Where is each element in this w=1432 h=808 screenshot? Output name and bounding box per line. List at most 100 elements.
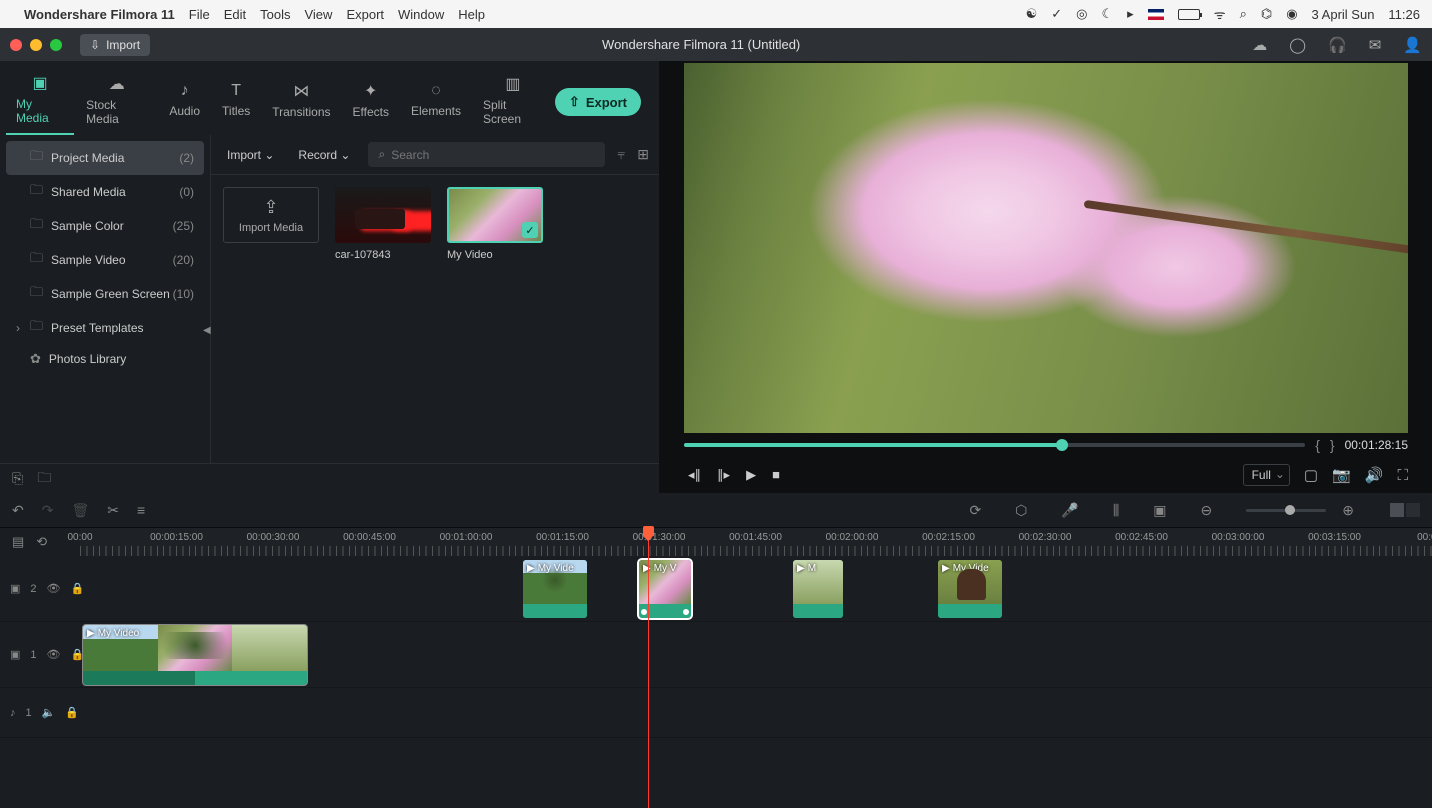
menu-edit[interactable]: Edit: [224, 7, 246, 22]
folder-sample-green[interactable]: 🗀Sample Green Screen(10): [6, 277, 204, 311]
clip[interactable]: ▶M: [793, 560, 843, 618]
export-button[interactable]: ⇧Export: [555, 88, 641, 116]
clip[interactable]: ▶My Vide: [523, 560, 587, 618]
tab-my-media[interactable]: ▣My Media: [6, 69, 74, 135]
status-icon[interactable]: ✓: [1051, 6, 1062, 22]
split-icon[interactable]: ✂: [107, 502, 119, 519]
folder-sample-video[interactable]: 🗀Sample Video(20): [6, 243, 204, 277]
play-button[interactable]: ▶: [746, 467, 756, 483]
clip[interactable]: ▶My Vide: [938, 560, 1002, 618]
link-icon[interactable]: ⟲: [36, 534, 47, 550]
snapshot-icon[interactable]: 📷: [1332, 466, 1351, 484]
siri-icon[interactable]: ◉: [1286, 6, 1297, 22]
timeline-ruler[interactable]: 00:0000:00:15:0000:00:30:0000:00:45:0000…: [80, 528, 1432, 556]
wifi-icon[interactable]: ᯤ: [1214, 5, 1226, 23]
user-icon[interactable]: 👤: [1403, 36, 1422, 54]
lock-icon[interactable]: 🔒: [65, 706, 79, 719]
status-icon[interactable]: ◎: [1076, 6, 1087, 22]
folder-shared-media[interactable]: 🗀Shared Media(0): [6, 175, 204, 209]
mixer-icon[interactable]: ⫼: [1113, 502, 1119, 519]
tab-split-screen[interactable]: ▥Split Screen: [473, 70, 553, 134]
control-center-icon[interactable]: ⌬: [1261, 6, 1272, 22]
track-header-video-1[interactable]: ▣1 👁 🔒: [0, 622, 80, 688]
track-header-audio-1[interactable]: ♪1 🔈 🔒: [0, 688, 80, 738]
close-button[interactable]: [10, 39, 22, 51]
new-folder-icon[interactable]: 🗀: [37, 467, 51, 491]
folder-project-media[interactable]: 🗀Project Media(2): [6, 141, 204, 175]
play-icon[interactable]: ▸: [1127, 6, 1134, 22]
import-dropdown[interactable]: Import ⌄: [221, 144, 280, 166]
tab-elements[interactable]: ◌Elements: [401, 78, 471, 126]
menu-tools[interactable]: Tools: [260, 7, 290, 22]
mute-icon[interactable]: 🔈: [42, 706, 56, 719]
mark-out-icon[interactable]: }: [1330, 437, 1335, 453]
import-button[interactable]: ⇩ Import: [80, 34, 150, 56]
menubar-time[interactable]: 11:26: [1388, 7, 1420, 22]
zoom-out-icon[interactable]: ⊖: [1201, 502, 1213, 519]
track-audio-1[interactable]: [80, 688, 1432, 738]
adjust-icon[interactable]: ▣: [1153, 502, 1166, 519]
menu-file[interactable]: File: [189, 7, 210, 22]
search-input[interactable]: [391, 148, 595, 162]
list-icon[interactable]: ≡: [137, 502, 145, 518]
mark-in-icon[interactable]: {: [1315, 437, 1320, 453]
preview-viewport[interactable]: [684, 63, 1408, 433]
delete-icon[interactable]: 🗑: [71, 502, 89, 519]
view-toggle[interactable]: [1388, 503, 1420, 517]
fullscreen-icon[interactable]: ⛶: [1397, 467, 1408, 484]
volume-icon[interactable]: 🔊: [1365, 466, 1384, 484]
media-thumb-car[interactable]: car-107843: [335, 187, 431, 261]
filter-icon[interactable]: ⫧: [617, 146, 625, 163]
app-name[interactable]: Wondershare Filmora 11: [24, 7, 175, 22]
seek-bar[interactable]: [684, 443, 1305, 447]
folder-sample-color[interactable]: 🗀Sample Color(25): [6, 209, 204, 243]
display-icon[interactable]: ▢: [1304, 466, 1318, 484]
import-media-tile[interactable]: ⇪Import Media: [223, 187, 319, 243]
grid-view-icon[interactable]: ⊞: [637, 146, 649, 163]
tab-stock-media[interactable]: ☁Stock Media: [76, 70, 157, 134]
account-icon[interactable]: ◯: [1289, 36, 1306, 54]
voiceover-icon[interactable]: 🎤: [1061, 502, 1078, 519]
moon-icon[interactable]: ☾: [1102, 6, 1114, 22]
search-field[interactable]: ⌕: [368, 142, 605, 167]
quality-select[interactable]: Full: [1243, 464, 1290, 486]
track-lanes[interactable]: ▶My Vide ▶My V ▶M ▶My Vide ▶My Video: [80, 556, 1432, 805]
message-icon[interactable]: ✉: [1369, 36, 1382, 54]
marker-icon[interactable]: ⬡: [1015, 502, 1027, 519]
media-thumb-my-video[interactable]: ✓ My Video: [447, 187, 543, 261]
status-icon[interactable]: ☯: [1026, 6, 1038, 22]
new-project-icon[interactable]: ⎘: [12, 470, 23, 487]
menubar-date[interactable]: 3 April Sun: [1312, 7, 1375, 22]
battery-icon[interactable]: [1178, 9, 1200, 20]
undo-icon[interactable]: ↶: [12, 502, 24, 519]
prev-frame-button[interactable]: ◂∥: [688, 467, 701, 483]
clip-selected[interactable]: ▶My V: [639, 560, 691, 618]
menu-window[interactable]: Window: [398, 7, 444, 22]
folder-preset-templates[interactable]: ›🗀Preset Templates: [6, 311, 204, 345]
zoom-slider[interactable]: [1246, 509, 1326, 512]
next-frame-button[interactable]: ∥▸: [717, 467, 730, 483]
track-video-1[interactable]: ▶My Video: [80, 622, 1432, 688]
minimize-button[interactable]: [30, 39, 42, 51]
playhead[interactable]: [648, 528, 649, 808]
flag-icon[interactable]: [1148, 9, 1164, 20]
tab-audio[interactable]: ♪Audio: [159, 78, 210, 126]
render-icon[interactable]: ⟳: [969, 502, 981, 519]
visibility-icon[interactable]: 👁: [47, 582, 61, 595]
support-icon[interactable]: 🎧: [1328, 36, 1347, 54]
track-manager-icon[interactable]: ▤: [12, 534, 24, 550]
stop-button[interactable]: ■: [772, 467, 780, 483]
zoom-in-icon[interactable]: ⊕: [1342, 502, 1354, 519]
menu-export[interactable]: Export: [346, 7, 384, 22]
clip-main[interactable]: ▶My Video: [83, 625, 307, 685]
redo-icon[interactable]: ↷: [42, 502, 54, 519]
tab-transitions[interactable]: ⋈Transitions: [262, 77, 340, 127]
search-icon[interactable]: ⌕: [1240, 6, 1247, 22]
folder-photos-library[interactable]: ✿Photos Library: [6, 345, 204, 373]
menu-view[interactable]: View: [304, 7, 332, 22]
menu-help[interactable]: Help: [458, 7, 485, 22]
collapse-sidebar-icon[interactable]: ◀: [203, 325, 211, 336]
maximize-button[interactable]: [50, 39, 62, 51]
cloud-icon[interactable]: ☁: [1252, 36, 1267, 54]
visibility-icon[interactable]: 👁: [47, 648, 61, 661]
